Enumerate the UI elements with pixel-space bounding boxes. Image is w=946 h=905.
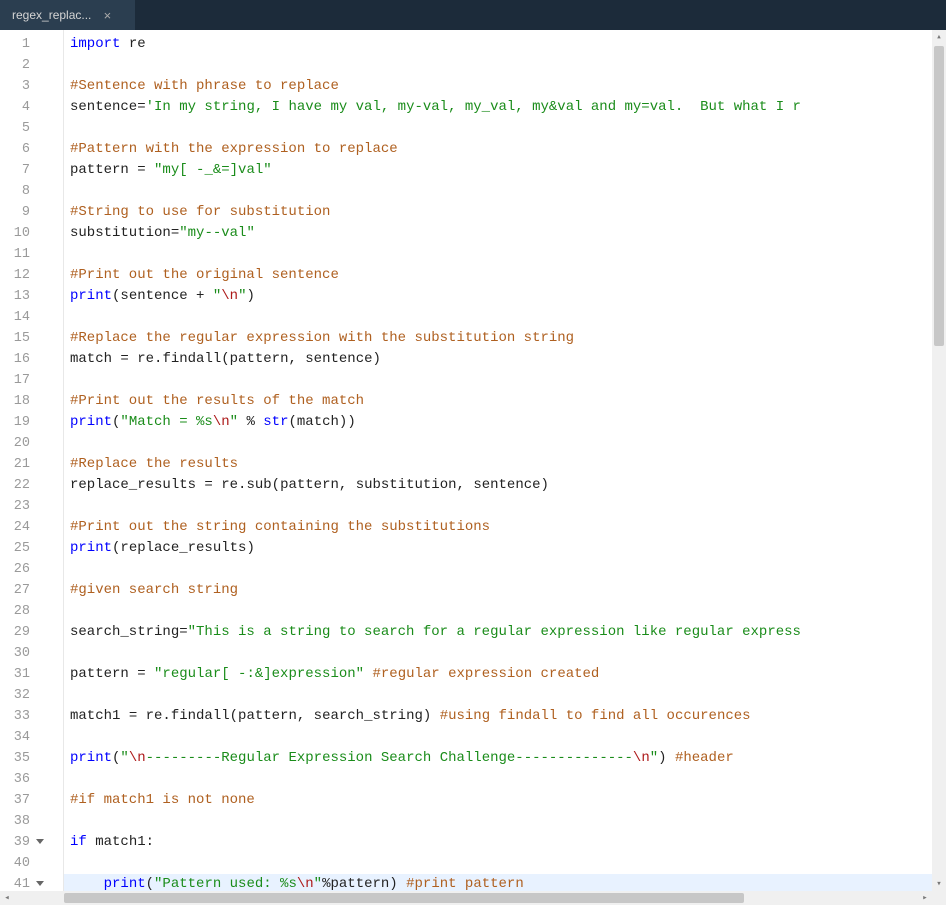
code-line[interactable] bbox=[64, 727, 946, 748]
line-number: 36 bbox=[0, 769, 48, 790]
line-number: 22 bbox=[0, 475, 48, 496]
file-tab[interactable]: regex_replac... × bbox=[0, 0, 135, 30]
code-line[interactable]: pattern = "my[ -_&=]val" bbox=[64, 160, 946, 181]
line-number: 31 bbox=[0, 664, 48, 685]
line-number: 25 bbox=[0, 538, 48, 559]
code-line[interactable]: match1 = re.findall(pattern, search_stri… bbox=[64, 706, 946, 727]
code-line[interactable]: #Print out the string containing the sub… bbox=[64, 517, 946, 538]
line-number: 10 bbox=[0, 223, 48, 244]
code-line[interactable]: pattern = "regular[ -:&]expression" #reg… bbox=[64, 664, 946, 685]
code-line[interactable] bbox=[64, 433, 946, 454]
scroll-down-icon[interactable]: ▾ bbox=[932, 877, 946, 891]
code-line[interactable]: #Pattern with the expression to replace bbox=[64, 139, 946, 160]
line-number: 28 bbox=[0, 601, 48, 622]
vertical-scrollbar[interactable]: ▴ ▾ bbox=[932, 30, 946, 891]
line-number: 21 bbox=[0, 454, 48, 475]
code-line[interactable]: sentence='In my string, I have my val, m… bbox=[64, 97, 946, 118]
line-number: 34 bbox=[0, 727, 48, 748]
line-number: 7 bbox=[0, 160, 48, 181]
line-number: 33 bbox=[0, 706, 48, 727]
scroll-thumb-h[interactable] bbox=[64, 893, 744, 903]
code-line[interactable]: print("\n---------Regular Expression Sea… bbox=[64, 748, 946, 769]
code-line[interactable]: replace_results = re.sub(pattern, substi… bbox=[64, 475, 946, 496]
code-line[interactable]: import re bbox=[64, 34, 946, 55]
line-number: 2 bbox=[0, 55, 48, 76]
line-number: 11 bbox=[0, 244, 48, 265]
code-line[interactable]: #given search string bbox=[64, 580, 946, 601]
line-number: 3 bbox=[0, 76, 48, 97]
code-line[interactable] bbox=[64, 685, 946, 706]
editor[interactable]: 1234567891011121314151617181920212223242… bbox=[0, 30, 946, 905]
tab-bar: regex_replac... × bbox=[0, 0, 946, 30]
code-line[interactable]: print(replace_results) bbox=[64, 538, 946, 559]
code-line[interactable]: #if match1 is not none bbox=[64, 790, 946, 811]
code-line[interactable]: substitution="my--val" bbox=[64, 223, 946, 244]
code-line[interactable] bbox=[64, 244, 946, 265]
code-line[interactable]: if match1: bbox=[64, 832, 946, 853]
line-number: 4 bbox=[0, 97, 48, 118]
line-number: 9 bbox=[0, 202, 48, 223]
code-line[interactable] bbox=[64, 181, 946, 202]
line-number: 12 bbox=[0, 265, 48, 286]
line-number: 38 bbox=[0, 811, 48, 832]
close-icon[interactable]: × bbox=[99, 7, 115, 23]
line-number: 17 bbox=[0, 370, 48, 391]
line-number: 37 bbox=[0, 790, 48, 811]
line-number: 18 bbox=[0, 391, 48, 412]
code-line[interactable] bbox=[64, 811, 946, 832]
code-line[interactable] bbox=[64, 370, 946, 391]
line-number: 27 bbox=[0, 580, 48, 601]
line-number: 15 bbox=[0, 328, 48, 349]
line-number: 29 bbox=[0, 622, 48, 643]
horizontal-scrollbar[interactable]: ◂ ▸ bbox=[0, 891, 932, 905]
code-line[interactable]: #String to use for substitution bbox=[64, 202, 946, 223]
code-line[interactable]: match = re.findall(pattern, sentence) bbox=[64, 349, 946, 370]
tab-title: regex_replac... bbox=[12, 8, 91, 22]
line-number: 8 bbox=[0, 181, 48, 202]
scroll-thumb-v[interactable] bbox=[934, 46, 944, 346]
code-line[interactable] bbox=[64, 496, 946, 517]
line-number: 6 bbox=[0, 139, 48, 160]
code-line[interactable] bbox=[64, 118, 946, 139]
code-line[interactable]: print(sentence + "\n") bbox=[64, 286, 946, 307]
line-number: 39 bbox=[0, 832, 48, 853]
line-number: 24 bbox=[0, 517, 48, 538]
line-number: 30 bbox=[0, 643, 48, 664]
line-number: 40 bbox=[0, 853, 48, 874]
code-line[interactable]: #Replace the results bbox=[64, 454, 946, 475]
line-number: 14 bbox=[0, 307, 48, 328]
scroll-right-icon[interactable]: ▸ bbox=[918, 891, 932, 905]
line-gutter: 1234567891011121314151617181920212223242… bbox=[0, 30, 48, 905]
code-line[interactable]: #Replace the regular expression with the… bbox=[64, 328, 946, 349]
code-line[interactable] bbox=[64, 601, 946, 622]
line-number: 26 bbox=[0, 559, 48, 580]
code-line[interactable] bbox=[64, 307, 946, 328]
line-number: 13 bbox=[0, 286, 48, 307]
line-number: 32 bbox=[0, 685, 48, 706]
code-line[interactable]: print("Match = %s\n" % str(match)) bbox=[64, 412, 946, 433]
code-line[interactable] bbox=[64, 559, 946, 580]
scroll-track-h[interactable] bbox=[64, 893, 918, 903]
line-number: 5 bbox=[0, 118, 48, 139]
code-line[interactable]: #Print out the original sentence bbox=[64, 265, 946, 286]
line-number: 1 bbox=[0, 34, 48, 55]
line-number: 16 bbox=[0, 349, 48, 370]
fold-rail bbox=[48, 30, 64, 905]
code-line[interactable] bbox=[64, 55, 946, 76]
scroll-up-icon[interactable]: ▴ bbox=[932, 30, 946, 44]
scroll-corner bbox=[932, 891, 946, 905]
line-number: 35 bbox=[0, 748, 48, 769]
line-number: 23 bbox=[0, 496, 48, 517]
scroll-left-icon[interactable]: ◂ bbox=[0, 891, 14, 905]
line-number: 20 bbox=[0, 433, 48, 454]
code-line[interactable]: #Sentence with phrase to replace bbox=[64, 76, 946, 97]
code-line[interactable] bbox=[64, 769, 946, 790]
line-number: 19 bbox=[0, 412, 48, 433]
code-line[interactable]: #Print out the results of the match bbox=[64, 391, 946, 412]
code-line[interactable] bbox=[64, 643, 946, 664]
code-area[interactable]: import re #Sentence with phrase to repla… bbox=[64, 30, 946, 905]
code-line[interactable] bbox=[64, 853, 946, 874]
code-line[interactable]: search_string="This is a string to searc… bbox=[64, 622, 946, 643]
